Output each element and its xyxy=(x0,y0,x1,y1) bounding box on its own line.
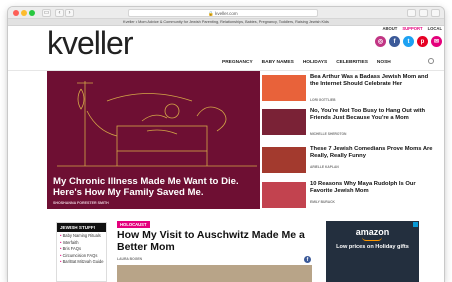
hero-author: SHOSHANNA FORESTER SMITH xyxy=(53,201,109,205)
nav-celebrities[interactable]: CELEBRITIES xyxy=(336,60,368,65)
new-tab-icon[interactable] xyxy=(431,9,440,17)
jewish-stuff-link[interactable]: Baby Naming Rituals xyxy=(57,232,106,238)
amazon-logo: amazon xyxy=(355,227,390,237)
main-nav: PREGNANCY BABY NAMES HOLIDAYS CELEBRITIE… xyxy=(222,60,391,65)
hero-article[interactable]: My Chronic Illness Made Me Want to Die. … xyxy=(47,71,260,209)
nav-nosh[interactable]: NOSH xyxy=(377,60,391,65)
search-icon[interactable] xyxy=(428,58,434,64)
side-thumb[interactable] xyxy=(262,75,306,101)
hero-title[interactable]: My Chronic Illness Made Me Want to Die. … xyxy=(53,176,253,198)
minimize-window-button[interactable] xyxy=(21,10,27,16)
amazon-smile-icon xyxy=(362,237,382,241)
feature-image[interactable] xyxy=(117,265,312,282)
pinterest-icon[interactable]: p xyxy=(417,36,428,47)
nav-baby-names[interactable]: BABY NAMES xyxy=(262,60,294,65)
side-author: MICHELLE SHEROTON xyxy=(310,132,347,136)
side-thumb[interactable] xyxy=(262,109,306,135)
category-tag[interactable]: HOLOCAUST xyxy=(117,221,150,228)
forward-arrow-icon[interactable]: › xyxy=(65,9,74,17)
maximize-window-button[interactable] xyxy=(29,10,35,16)
close-window-button[interactable] xyxy=(13,10,19,16)
side-author: LORI GOTTLIEB xyxy=(310,98,336,102)
nav-pregnancy[interactable]: PREGNANCY xyxy=(222,60,253,65)
side-thumb[interactable] xyxy=(262,182,306,208)
side-author: EMILY BURACK xyxy=(310,200,335,204)
url-text: kveller.com xyxy=(215,11,238,16)
lock-icon: 🔒 xyxy=(208,11,214,16)
side-title[interactable]: Bea Arthur Was a Badass Jewish Mom and t… xyxy=(310,74,434,87)
feature-title[interactable]: How My Visit to Auschwitz Made Me a Bett… xyxy=(117,229,312,253)
local-link[interactable]: LOCAL xyxy=(428,26,442,31)
side-title[interactable]: No, You're Not Too Busy to Hang Out with… xyxy=(310,108,434,121)
instagram-icon[interactable]: ◎ xyxy=(375,36,386,47)
facebook-share-icon[interactable]: f xyxy=(304,256,311,263)
share-icon[interactable] xyxy=(419,9,428,17)
jewish-stuff-box: JEWISH STUFF! Baby Naming Rituals Interf… xyxy=(56,222,107,282)
email-icon[interactable]: ✉ xyxy=(431,36,442,47)
jewish-stuff-heading: JEWISH STUFF! xyxy=(57,223,106,232)
sidebar-toggle-icon[interactable]: ▭ xyxy=(42,9,51,17)
support-link[interactable]: SUPPORT xyxy=(402,26,422,31)
side-author: ARIELLE KAPLAN xyxy=(310,165,339,169)
side-title[interactable]: These 7 Jewish Comedians Prove Moms Are … xyxy=(310,146,434,159)
advertisement[interactable]: amazon Low prices on Holiday gifts xyxy=(326,221,419,282)
browser-titlebar: ▭ ‹ › 🔒 kveller.com xyxy=(8,7,444,19)
side-article[interactable]: These 7 Jewish Comedians Prove Moms Are … xyxy=(262,143,437,175)
social-icons: ◎ f t p ✉ xyxy=(375,36,442,47)
jewish-stuff-link[interactable]: Bar/Bat Mitzvah Guide xyxy=(57,258,106,264)
facebook-icon[interactable]: f xyxy=(389,36,400,47)
nav-holidays[interactable]: HOLIDAYS xyxy=(303,60,327,65)
ad-text: Low prices on Holiday gifts xyxy=(336,244,409,250)
about-link[interactable]: ABOUT xyxy=(382,26,397,31)
site-logo[interactable]: kveller xyxy=(47,27,133,59)
side-title[interactable]: 10 Reasons Why Maya Rudolph Is Our Favor… xyxy=(310,181,434,194)
side-article[interactable]: No, You're Not Too Busy to Hang Out with… xyxy=(262,105,437,137)
tab-title: Kveller • Mom Advice & Community for Jew… xyxy=(123,20,329,24)
side-article[interactable]: Bea Arthur Was a Badass Jewish Mom and t… xyxy=(262,71,437,103)
feature-author: LAURA BOGEN xyxy=(117,257,143,261)
back-arrow-icon[interactable]: ‹ xyxy=(55,9,64,17)
side-thumb[interactable] xyxy=(262,147,306,173)
twitter-icon[interactable]: t xyxy=(403,36,414,47)
reader-icon[interactable] xyxy=(407,9,416,17)
side-article[interactable]: 10 Reasons Why Maya Rudolph Is Our Favor… xyxy=(262,178,437,210)
utility-links: ABOUT SUPPORT LOCAL xyxy=(382,26,442,31)
address-bar[interactable]: 🔒 kveller.com xyxy=(128,9,318,17)
